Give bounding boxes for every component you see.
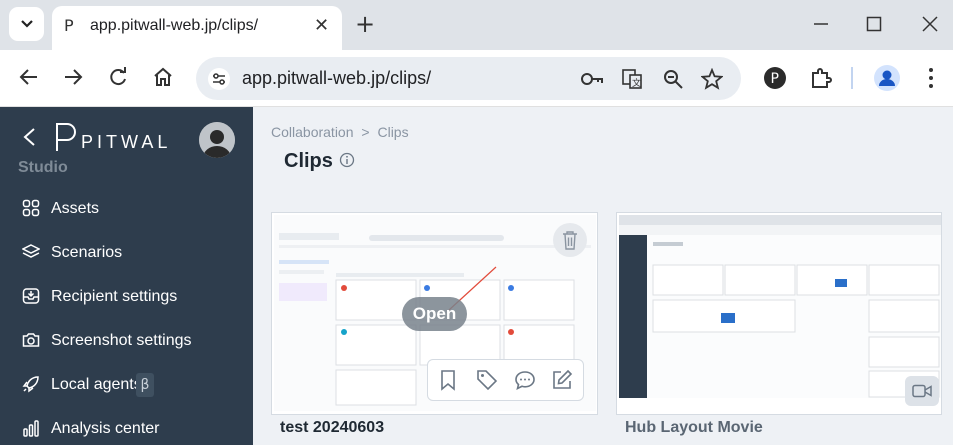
tab-title: app.pitwall-web.jp/clips/ [90, 17, 259, 34]
delete-clip-button[interactable] [553, 223, 587, 257]
password-key-icon[interactable] [580, 68, 604, 90]
sidebar-item-label: Analysis center [51, 420, 160, 437]
kebab-menu-icon[interactable] [927, 67, 935, 89]
info-icon[interactable] [339, 152, 355, 168]
minimize-icon[interactable] [813, 12, 829, 36]
sidebar-item-label: Screenshot settings [51, 332, 192, 349]
back-arrow-icon[interactable] [19, 67, 39, 87]
svg-text:文: 文 [632, 77, 641, 89]
tag-icon[interactable] [476, 369, 498, 391]
svg-text:P: P [771, 71, 779, 87]
sidebar-header: PITWALL [0, 107, 253, 167]
page-title: Clips [284, 150, 333, 172]
tab-search-dropdown[interactable] [9, 7, 44, 41]
bookmark-icon[interactable] [439, 369, 457, 391]
edit-icon[interactable] [551, 369, 573, 391]
video-camera-icon [912, 384, 932, 398]
chevron-down-icon [20, 20, 33, 28]
sidebar-item-label: Local agents [51, 376, 142, 393]
reload-icon[interactable] [108, 67, 128, 87]
toolbar-divider [851, 67, 853, 89]
clip-card[interactable] [616, 212, 942, 415]
browser-tab-active[interactable]: P app.pitwall-web.jp/clips/ ✕ [52, 6, 342, 50]
window-close-icon[interactable] [922, 12, 938, 36]
bookmark-star-icon[interactable] [701, 68, 723, 90]
home-icon[interactable] [153, 67, 173, 87]
trash-icon [563, 231, 577, 250]
sidebar: PITWALL Studio Assets Scenarios Recipien… [0, 107, 253, 445]
breadcrumb-separator: > [361, 124, 370, 140]
sidebar-item-label: Scenarios [51, 244, 123, 261]
movie-indicator [905, 376, 939, 406]
grid-icon [22, 199, 40, 217]
inbox-icon [22, 288, 40, 304]
sidebar-item-screenshot-settings[interactable]: Screenshot settings [0, 321, 253, 361]
breadcrumb-collaboration[interactable]: Collaboration [271, 124, 354, 140]
maximize-icon[interactable] [866, 12, 882, 36]
clip-thumbnail[interactable] [619, 215, 941, 398]
breadcrumb-clips: Clips [377, 124, 409, 140]
pitwall-logo[interactable]: PITWALL [54, 119, 181, 158]
svg-text:PITWALL: PITWALL [81, 132, 169, 152]
tab-close-icon[interactable]: ✕ [314, 15, 329, 36]
profile-avatar-icon[interactable] [874, 65, 900, 91]
sidebar-item-label: Assets [51, 200, 100, 217]
rocket-icon [22, 376, 39, 393]
forward-arrow-icon[interactable] [63, 67, 83, 87]
sidebar-item-local-agents[interactable]: Local agents β [0, 365, 253, 405]
sidebar-item-analysis-center[interactable]: Analysis center [0, 409, 253, 445]
camera-icon [22, 333, 40, 347]
studio-section-label: Studio [18, 159, 68, 173]
sidebar-item-scenarios[interactable]: Scenarios [0, 233, 253, 273]
address-bar[interactable]: app.pitwall-web.jp/clips/ 文 [196, 57, 741, 100]
extensions-puzzle-icon[interactable] [809, 66, 833, 90]
pitwall-extension-icon[interactable]: P [764, 67, 786, 89]
site-info-tune-icon[interactable] [208, 68, 230, 90]
comment-icon[interactable] [514, 369, 536, 391]
beta-badge: β [136, 373, 154, 397]
clip-title[interactable]: Hub Layout Movie [625, 419, 763, 437]
sidebar-item-label: Recipient settings [51, 288, 178, 305]
open-clip-button[interactable]: Open [402, 297, 467, 331]
sidebar-item-recipient-settings[interactable]: Recipient settings [0, 277, 253, 317]
collapse-chevron-left-icon[interactable] [22, 127, 36, 147]
new-tab-button[interactable]: + [355, 10, 375, 38]
bar-chart-icon [23, 420, 39, 437]
breadcrumb: Collaboration > Clips [271, 124, 413, 140]
user-avatar[interactable] [199, 122, 235, 158]
translate-icon[interactable]: 文 [621, 68, 643, 90]
main-content: Collaboration > Clips Clips Open test 20… [253, 107, 953, 445]
browser-tab-strip: P app.pitwall-web.jp/clips/ ✕ + [0, 0, 953, 50]
clip-card[interactable]: Open [271, 212, 598, 415]
url-text[interactable]: app.pitwall-web.jp/clips/ [242, 68, 431, 89]
clip-action-bar [427, 359, 584, 401]
zoom-icon[interactable] [662, 68, 684, 90]
clip-title[interactable]: test 20240603 [280, 419, 384, 437]
sidebar-item-assets[interactable]: Assets [0, 189, 253, 229]
pitwall-favicon-icon: P [64, 16, 74, 35]
browser-toolbar: app.pitwall-web.jp/clips/ 文 P [0, 50, 953, 107]
layers-icon [22, 244, 40, 258]
